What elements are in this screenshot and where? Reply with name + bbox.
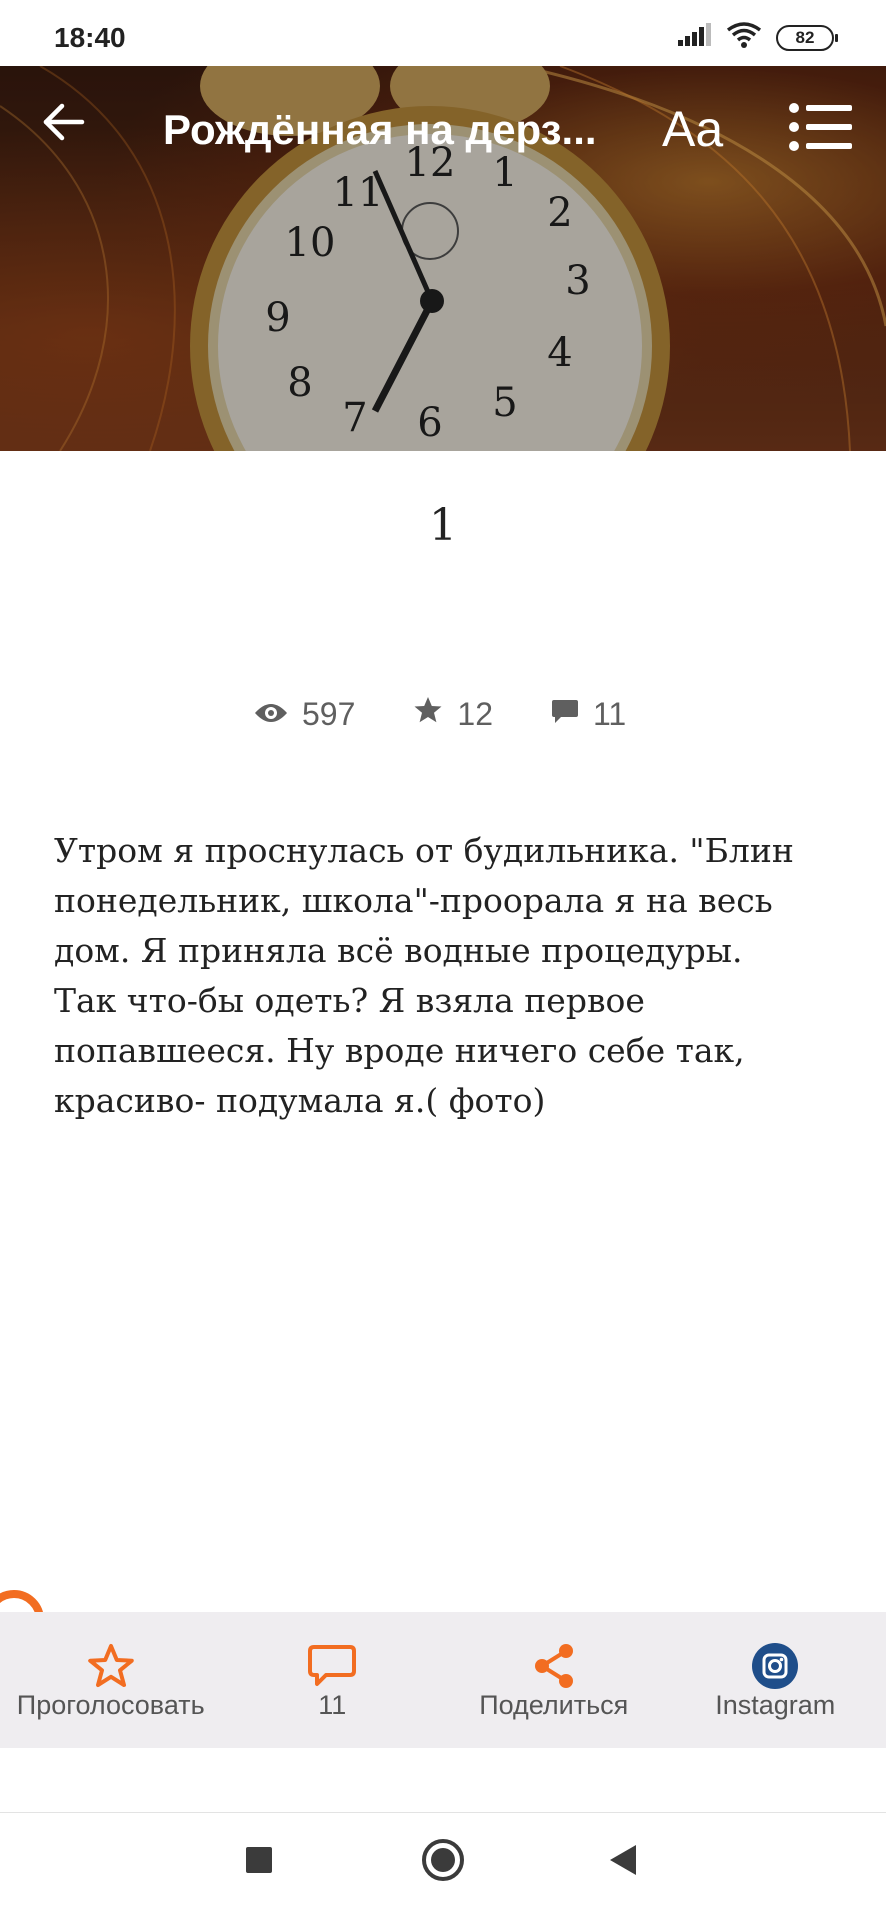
battery-level: 82 [795, 27, 815, 47]
views-count: 597 [302, 695, 356, 732]
share-label: Поделиться [479, 1690, 629, 1720]
vote-label: Проголосовать [16, 1690, 205, 1720]
instagram-label: Instagram [715, 1690, 836, 1720]
signal-icon [678, 23, 712, 52]
comments-count: 11 [592, 695, 627, 732]
status-time: 18:40 [54, 22, 126, 53]
home-icon[interactable] [422, 1839, 464, 1881]
recent-apps-icon[interactable] [246, 1847, 272, 1873]
action-bar: Проголосовать 11 Поделиться Instagram [0, 1612, 886, 1748]
views-stat: 597 [254, 696, 355, 733]
table-of-contents-button[interactable] [788, 102, 854, 152]
system-nav-bar [0, 1813, 886, 1920]
app-bar: Рождённая на дерз... Aa [0, 66, 886, 196]
status-icons: 82 [678, 22, 838, 53]
star-icon [413, 695, 457, 733]
eye-icon [254, 696, 302, 733]
nav-back-icon[interactable] [610, 1845, 636, 1875]
vote-button[interactable]: Проголосовать [0, 1612, 222, 1748]
chapter-text: Утром я проснулась от будильника. "Блин … [54, 831, 794, 1120]
votes-count: 12 [457, 695, 493, 732]
votes-stat: 12 [413, 695, 493, 733]
chapter-title: 1 [429, 500, 457, 551]
font-settings-button[interactable]: Aa [662, 100, 723, 158]
comments-stat: 11 [551, 696, 626, 733]
back-arrow-icon [42, 102, 86, 147]
chapter-stats: 597 12 11 [254, 690, 626, 738]
back-button[interactable] [36, 96, 92, 152]
story-header: 12 1 2 3 4 5 6 7 8 9 10 11 Рождённая на … [0, 66, 886, 451]
share-button[interactable]: Поделиться [443, 1612, 665, 1748]
instagram-button[interactable]: Instagram [665, 1612, 886, 1748]
comments-label: 11 [318, 1690, 347, 1720]
star-outline-icon [81, 1642, 141, 1690]
battery-icon: 82 [776, 24, 838, 51]
instagram-icon [745, 1642, 805, 1690]
story-title: Рождённая на дерз... [163, 106, 597, 153]
status-bar: 18:40 82 [0, 0, 886, 66]
table-of-contents-icon [788, 103, 854, 156]
comments-button[interactable]: 11 [222, 1612, 444, 1748]
comment-icon [551, 696, 593, 733]
share-icon [524, 1642, 584, 1690]
wifi-icon [726, 22, 762, 53]
comment-outline-icon [302, 1642, 362, 1690]
